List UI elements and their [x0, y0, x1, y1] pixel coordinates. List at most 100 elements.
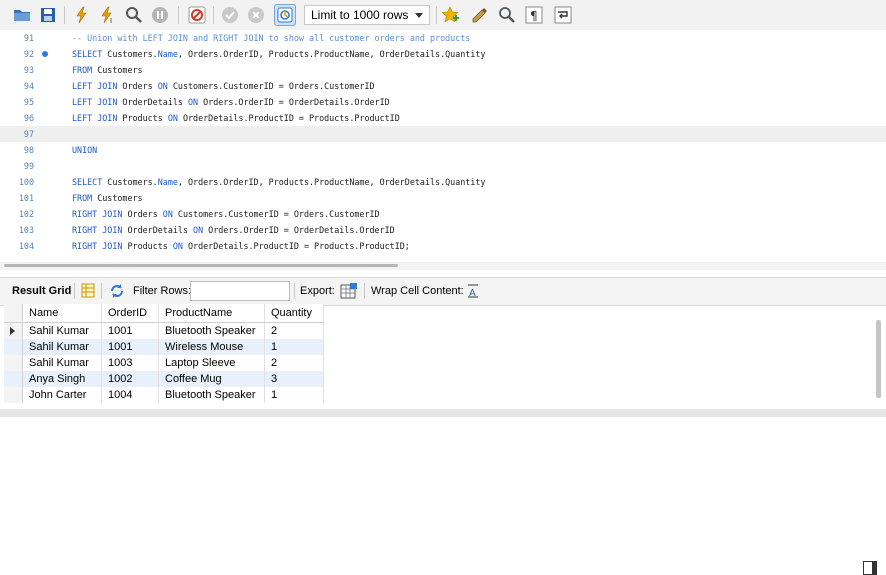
bookmark-star-icon[interactable]: [440, 5, 460, 25]
row-header[interactable]: [4, 322, 23, 339]
sql-keyword: UNION: [72, 145, 98, 155]
table-cell[interactable]: 1001: [101, 322, 159, 339]
grid-header-row: Name OrderID ProductName Quantity: [4, 304, 324, 323]
autocommit-icon[interactable]: [274, 4, 296, 26]
table-cell[interactable]: Laptop Sleeve: [158, 355, 265, 371]
execute-lightning-icon[interactable]: [72, 5, 92, 25]
sql-keyword: RIGHT: [72, 241, 98, 251]
rollback-cancel-icon[interactable]: [246, 5, 266, 25]
column-header-name[interactable]: Name: [22, 304, 102, 323]
result-grid-tab[interactable]: Result Grid: [12, 285, 71, 297]
table-cell[interactable]: 2: [264, 322, 324, 339]
table-cell[interactable]: Coffee Mug: [158, 371, 265, 387]
refresh-icon[interactable]: [108, 282, 126, 300]
table-cell[interactable]: Sahil Kumar: [22, 355, 102, 371]
sql-code: RIGHT JOIN OrderDetails ON Orders.OrderI…: [72, 225, 395, 235]
line-number: 103: [18, 225, 34, 235]
table-row[interactable]: Anya Singh 1002 Coffee Mug 3: [4, 371, 324, 387]
editor-line[interactable]: 92 SELECT Customers.Name, Orders.OrderID,…: [0, 46, 886, 62]
row-header[interactable]: [4, 371, 23, 387]
table-cell[interactable]: Bluetooth Speaker: [158, 387, 265, 403]
table-cell[interactable]: 1001: [101, 339, 159, 355]
toolbar-separator: [213, 6, 214, 24]
limit-rows-label: Limit to 1000 rows: [311, 8, 409, 22]
explain-magnifier-icon[interactable]: [124, 5, 144, 25]
column-header-quantity[interactable]: Quantity: [264, 304, 324, 323]
editor-line[interactable]: 100 SELECT Customers.Name, Orders.OrderID…: [0, 174, 886, 190]
table-cell[interactable]: 1: [264, 339, 324, 355]
row-header[interactable]: [4, 355, 23, 371]
table-cell[interactable]: Bluetooth Speaker: [158, 322, 265, 339]
sql-keyword: Name: [157, 177, 178, 187]
line-number: 100: [18, 177, 34, 187]
grid-view-icon[interactable]: [81, 283, 95, 298]
table-row[interactable]: Sahil Kumar 1001 Wireless Mouse 1: [4, 339, 324, 355]
sql-code: LEFT JOIN OrderDetails ON Orders.OrderID…: [72, 97, 390, 107]
result-grid[interactable]: Name OrderID ProductName Quantity Sahil …: [4, 304, 324, 403]
column-header-productname[interactable]: ProductName: [158, 304, 265, 323]
table-cell[interactable]: Sahil Kumar: [22, 339, 102, 355]
editor-line[interactable]: 99: [0, 158, 886, 174]
sql-editor-toolbar: I Limit to 1000 rows ¶: [0, 0, 886, 31]
find-magnifier-icon[interactable]: [497, 5, 517, 25]
editor-line[interactable]: 95 LEFT JOIN OrderDetails ON Orders.Order…: [0, 94, 886, 110]
table-cell[interactable]: Wireless Mouse: [158, 339, 265, 355]
line-number: 96: [23, 113, 34, 123]
beautify-brush-icon[interactable]: [470, 5, 490, 25]
sql-keyword: LEFT: [72, 81, 93, 91]
line-number: 104: [18, 241, 34, 251]
row-header-corner: [4, 304, 23, 323]
open-folder-icon[interactable]: [12, 5, 32, 25]
table-cell[interactable]: John Carter: [22, 387, 102, 403]
column-header-orderid[interactable]: OrderID: [101, 304, 159, 323]
save-icon[interactable]: [38, 5, 58, 25]
editor-line[interactable]: 93 FROM Customers: [0, 62, 886, 78]
editor-line[interactable]: 97: [0, 126, 886, 142]
wrap-lines-icon[interactable]: [553, 5, 573, 25]
sql-editor[interactable]: 91 -- Union with LEFT JOIN and RIGHT JOIN…: [0, 30, 886, 262]
editor-line[interactable]: 91 -- Union with LEFT JOIN and RIGHT JOIN…: [0, 30, 886, 46]
sql-code: LEFT JOIN Orders ON Customers.CustomerID…: [72, 81, 375, 91]
sql-keyword: JOIN: [102, 225, 123, 235]
sql-comment: -- Union with LEFT JOIN and RIGHT JOIN t…: [72, 33, 471, 43]
editor-line[interactable]: 94 LEFT JOIN Orders ON Customers.Customer…: [0, 78, 886, 94]
editor-line[interactable]: 103 RIGHT JOIN OrderDetails ON Orders.Ord…: [0, 222, 886, 238]
sql-code: SELECT Customers.Name, Orders.OrderID, P…: [72, 177, 486, 187]
row-header[interactable]: [4, 339, 23, 355]
toggle-continue-on-error-icon[interactable]: [187, 5, 207, 25]
editor-line[interactable]: 98 UNION: [0, 142, 886, 158]
commit-check-icon[interactable]: [220, 5, 240, 25]
table-cell[interactable]: 1004: [101, 387, 159, 403]
filter-rows-input[interactable]: [190, 281, 290, 301]
wrap-cell-icon[interactable]: A: [466, 284, 480, 299]
editor-line[interactable]: 101 FROM Customers: [0, 190, 886, 206]
sql-keyword: JOIN: [102, 209, 123, 219]
export-icon[interactable]: [340, 282, 358, 300]
statement-marker-icon[interactable]: [42, 51, 48, 57]
table-cell[interactable]: 1002: [101, 371, 159, 387]
table-cell[interactable]: Sahil Kumar: [22, 322, 102, 339]
table-cell[interactable]: 2: [264, 355, 324, 371]
stop-icon[interactable]: [150, 5, 170, 25]
limit-rows-select[interactable]: Limit to 1000 rows: [304, 5, 430, 25]
editor-line[interactable]: 104 RIGHT JOIN Products ON OrderDetails.P…: [0, 238, 886, 254]
table-cell[interactable]: 3: [264, 371, 324, 387]
scrollbar-thumb[interactable]: [4, 264, 398, 267]
editor-line[interactable]: 102 RIGHT JOIN Orders ON Customers.Custom…: [0, 206, 886, 222]
table-row[interactable]: Sahil Kumar 1001 Bluetooth Speaker 2: [4, 322, 324, 339]
editor-horizontal-scrollbar[interactable]: [0, 262, 886, 270]
sql-keyword: RIGHT: [72, 225, 98, 235]
table-cell[interactable]: 1003: [101, 355, 159, 371]
editor-line[interactable]: 96 LEFT JOIN Products ON OrderDetails.Pro…: [0, 110, 886, 126]
toggle-side-panel-icon[interactable]: [863, 561, 877, 575]
table-cell[interactable]: 1: [264, 387, 324, 403]
execute-statement-lightning-icon[interactable]: I: [98, 5, 118, 25]
invisible-chars-pilcrow-icon[interactable]: ¶: [524, 5, 544, 25]
table-cell[interactable]: Anya Singh: [22, 371, 102, 387]
sql-code: RIGHT JOIN Orders ON Customers.CustomerI…: [72, 209, 380, 219]
sql-keyword: ON: [167, 113, 178, 123]
row-header[interactable]: [4, 387, 23, 403]
table-row[interactable]: John Carter 1004 Bluetooth Speaker 1: [4, 387, 324, 403]
grid-vertical-scrollbar[interactable]: [876, 320, 881, 398]
table-row[interactable]: Sahil Kumar 1003 Laptop Sleeve 2: [4, 355, 324, 371]
